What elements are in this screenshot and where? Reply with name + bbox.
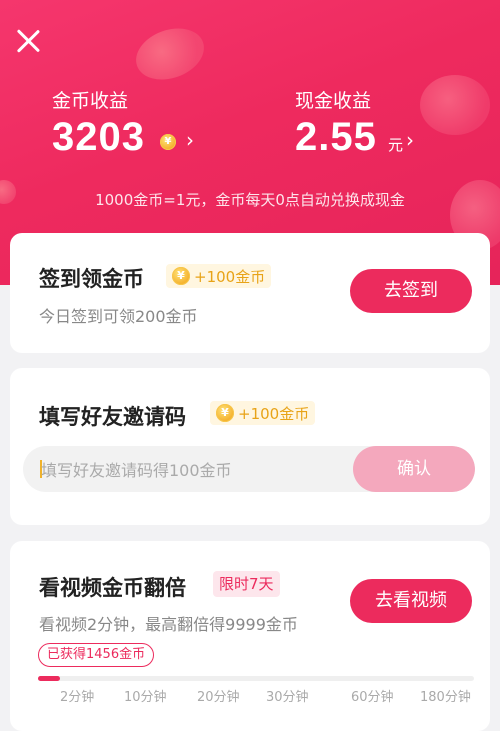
checkin-reward-badge: ¥ +100金币 (166, 264, 272, 288)
video-progress-fill (38, 676, 60, 681)
chevron-right-icon[interactable]: › (186, 128, 194, 152)
invite-card: 填写好友邀请码 ¥ +100金币 确认 (10, 368, 490, 525)
exchange-rate-note: 1000金币=1元，金币每天0点自动兑换成现金 (95, 191, 405, 209)
progress-tick: 20分钟 (197, 690, 240, 705)
confirm-button[interactable]: 确认 (353, 446, 475, 492)
video-progress-track (38, 676, 474, 681)
video-desc: 看视频2分钟，最高翻倍得9999金币 (39, 615, 298, 634)
earned-coins-tag: 已获得1456金币 (38, 643, 155, 667)
cash-earnings-value[interactable]: 2.55 (295, 115, 377, 160)
progress-tick: 10分钟 (124, 690, 167, 705)
decor-blob (128, 19, 212, 89)
cash-earnings-label: 现金收益 (295, 90, 372, 112)
coin-icon: ¥ (216, 404, 234, 422)
checkin-desc: 今日签到可领200金币 (39, 307, 198, 326)
chevron-right-icon[interactable]: › (406, 128, 414, 152)
checkin-reward-text: +100金币 (194, 267, 266, 286)
coin-earnings-label: 金币收益 (52, 90, 129, 112)
close-icon[interactable] (14, 27, 42, 55)
coin-earnings-value[interactable]: 3203 (52, 115, 145, 160)
invite-reward-text: +100金币 (238, 404, 310, 423)
invite-title: 填写好友邀请码 (39, 405, 186, 429)
checkin-title: 签到领金币 (39, 267, 144, 291)
limited-time-badge: 限时7天 (213, 571, 280, 597)
invite-reward-badge: ¥ +100金币 (210, 401, 316, 425)
progress-tick: 180分钟 (420, 690, 471, 705)
checkin-button[interactable]: 去签到 (350, 269, 472, 313)
progress-tick: 2分钟 (60, 690, 95, 705)
coin-icon: ¥ (160, 134, 176, 150)
video-card: 看视频金币翻倍 限时7天 看视频2分钟，最高翻倍得9999金币 去看视频 已获得… (10, 541, 490, 731)
video-title: 看视频金币翻倍 (39, 576, 186, 600)
progress-tick: 60分钟 (351, 690, 394, 705)
coin-icon: ¥ (172, 267, 190, 285)
invite-code-input[interactable] (39, 446, 343, 492)
invite-code-field: 确认 (23, 446, 475, 492)
decor-blob (420, 75, 490, 135)
cash-unit: 元 (388, 136, 404, 154)
checkin-card: 签到领金币 ¥ +100金币 今日签到可领200金币 去签到 (10, 233, 490, 353)
progress-tick: 30分钟 (266, 690, 309, 705)
watch-video-button[interactable]: 去看视频 (350, 579, 472, 623)
